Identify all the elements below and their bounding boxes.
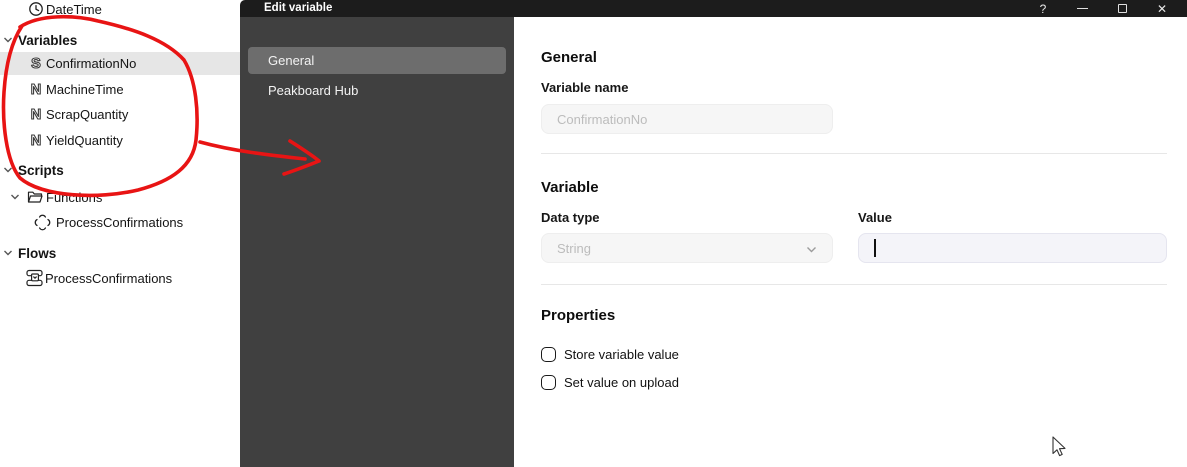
text-caret — [874, 239, 876, 257]
string-type-icon: S — [28, 55, 44, 72]
tree-item-functions[interactable]: Functions — [0, 186, 240, 208]
close-button[interactable]: ✕ — [1147, 0, 1177, 17]
tree-item-processconfirmations-flow[interactable]: ProcessConfirmations — [0, 267, 240, 289]
tree-item-scrapquantity[interactable]: N ScrapQuantity — [0, 103, 240, 125]
tree-item-label: ConfirmationNo — [46, 56, 137, 71]
set-value-on-upload-checkbox[interactable] — [541, 374, 556, 390]
variable-name-value: ConfirmationNo — [557, 111, 648, 127]
nav-item-label: Peakboard Hub — [268, 83, 359, 98]
dialog-nav-sidebar: General Peakboard Hub — [240, 17, 514, 467]
close-icon: ✕ — [1156, 1, 1168, 16]
svg-text:N: N — [31, 107, 41, 123]
tree-item-label: Functions — [46, 189, 103, 205]
store-variable-value-checkbox[interactable] — [541, 346, 556, 362]
chevron-down-icon[interactable] — [2, 247, 14, 259]
checkbox-label: Store variable value — [564, 346, 679, 362]
tree-item-label: ScrapQuantity — [46, 106, 129, 122]
tree-group-variables[interactable]: Variables — [0, 29, 240, 51]
maximize-icon — [1117, 4, 1127, 13]
tree-item-confirmationno[interactable]: S ConfirmationNo — [0, 52, 240, 75]
flow-icon — [26, 269, 44, 287]
tree-item-processconfirmations-function[interactable]: ProcessConfirmations — [0, 211, 240, 233]
clock-icon — [28, 1, 44, 17]
tree-item-yieldquantity[interactable]: N YieldQuantity — [0, 129, 240, 151]
edit-variable-dialog: Edit variable ? ✕ General Peakboard Hub … — [240, 0, 1187, 467]
tree-item-label: ProcessConfirmations — [56, 214, 184, 230]
properties-heading: Properties — [541, 307, 616, 324]
help-button[interactable]: ? — [1028, 0, 1058, 17]
dialog-titlebar[interactable]: Edit variable ? ✕ — [240, 0, 1187, 17]
svg-text:N: N — [31, 82, 41, 98]
chevron-down-icon[interactable] — [2, 34, 14, 46]
number-type-icon: N — [28, 106, 44, 123]
tree-item-label: DateTime — [46, 1, 102, 17]
help-icon: ? — [1039, 1, 1047, 16]
chevron-down-icon[interactable] — [9, 191, 21, 203]
folder-icon — [27, 189, 44, 205]
tree-item-label: YieldQuantity — [46, 132, 123, 148]
tree-group-label: Flows — [18, 245, 57, 261]
tree-group-flows[interactable]: Flows — [0, 242, 240, 264]
svg-text:S: S — [31, 56, 41, 72]
minimize-button[interactable] — [1067, 0, 1097, 17]
variable-heading: Variable — [541, 179, 599, 196]
number-type-icon: N — [28, 81, 44, 98]
chevron-down-icon — [805, 243, 818, 259]
checkbox-label: Set value on upload — [564, 374, 679, 390]
function-icon — [34, 214, 51, 231]
variable-name-label: Variable name — [541, 80, 629, 95]
tree-group-label: Variables — [18, 32, 78, 48]
data-type-value: String — [557, 240, 591, 256]
general-heading: General — [541, 49, 597, 66]
data-type-dropdown[interactable]: String — [541, 233, 833, 263]
number-type-icon: N — [28, 132, 44, 149]
tree-group-scripts[interactable]: Scripts — [0, 159, 240, 181]
dialog-title: Edit variable — [264, 2, 333, 14]
dialog-content: General Variable name ConfirmationNo Var… — [514, 17, 1187, 467]
minimize-icon — [1076, 7, 1088, 10]
variable-name-input[interactable]: ConfirmationNo — [541, 104, 833, 134]
nav-item-peakboard-hub[interactable]: Peakboard Hub — [248, 77, 506, 104]
data-type-label: Data type — [541, 210, 600, 225]
tree-item-machinetime[interactable]: N MachineTime — [0, 78, 240, 100]
set-value-on-upload-row[interactable]: Set value on upload — [541, 374, 679, 390]
chevron-down-icon[interactable] — [2, 164, 14, 176]
section-divider — [541, 153, 1167, 154]
tree-item-label: MachineTime — [46, 81, 124, 97]
value-input[interactable] — [858, 233, 1167, 263]
svg-text:N: N — [31, 133, 41, 149]
value-label: Value — [858, 210, 892, 225]
nav-item-general[interactable]: General — [248, 47, 506, 74]
tree-item-label: ProcessConfirmations — [45, 270, 173, 286]
section-divider — [541, 284, 1167, 285]
nav-item-label: General — [268, 53, 315, 68]
maximize-button[interactable] — [1107, 0, 1137, 17]
tree-item-datetime[interactable]: DateTime — [0, 0, 240, 20]
app-tree-panel: DateTime Variables S ConfirmationNo N Ma… — [0, 0, 240, 467]
store-variable-value-row[interactable]: Store variable value — [541, 346, 679, 362]
tree-group-label: Scripts — [18, 162, 64, 178]
